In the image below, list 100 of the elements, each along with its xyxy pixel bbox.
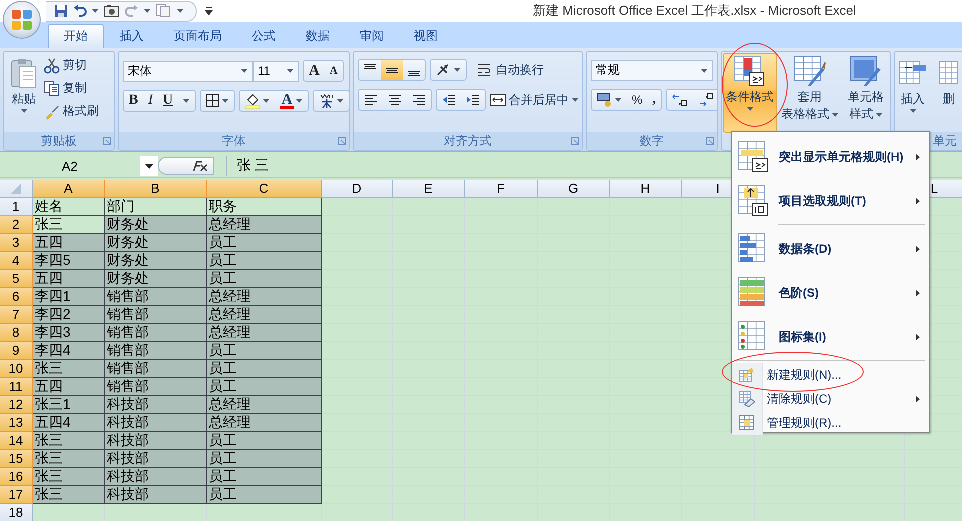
column-header[interactable]: G [538,180,610,198]
table-cell[interactable]: 销售部 [105,324,207,342]
font-size-field[interactable]: 11 [253,60,299,82]
row-header[interactable]: 13 [0,414,33,432]
table-cell[interactable]: 科技部 [105,486,207,504]
copy-button[interactable]: 复制 [44,78,99,99]
ribbon-tab[interactable]: 审阅 [346,24,398,48]
conditional-format-button[interactable]: 条件格式 [723,53,777,133]
merge-center-button[interactable]: 合并后居中 [490,90,579,110]
table-cell[interactable]: 员工 [207,486,322,504]
row-header[interactable]: 1 [0,198,33,216]
underline-button[interactable]: U [158,91,178,111]
table-cell[interactable]: 总经理 [207,216,322,234]
office-button[interactable] [3,1,41,39]
table-cell[interactable]: 员工 [207,360,322,378]
bold-button[interactable]: B [124,91,144,111]
table-cell[interactable]: 张三1 [33,396,105,414]
table-cell[interactable]: 总经理 [207,288,322,306]
menu-item[interactable]: 新建规则(N)... [732,363,929,387]
ribbon-tab[interactable]: 插入 [106,24,158,48]
table-cell[interactable]: 员工 [207,270,322,288]
row-header[interactable]: 7 [0,306,33,324]
table-cell[interactable]: 张三 [33,360,105,378]
grow-font-button[interactable]: A [304,61,325,81]
row-header[interactable]: 11 [0,378,33,396]
table-cell[interactable]: 张三 [33,450,105,468]
menu-item[interactable]: 管理规则(R)... [732,411,929,435]
table-cell[interactable]: 财务处 [105,216,207,234]
table-cell[interactable]: 科技部 [105,414,207,432]
table-cell[interactable]: 销售部 [105,288,207,306]
menu-item[interactable]: 色阶(S) [732,271,929,315]
table-cell[interactable]: 五四 [33,270,105,288]
font-color-button[interactable]: A [275,91,308,111]
ribbon-tab[interactable]: 视图 [400,24,452,48]
table-cell[interactable]: 销售部 [105,342,207,360]
table-cell[interactable]: 科技部 [105,432,207,450]
ribbon-tab[interactable]: 公式 [238,24,290,48]
name-box[interactable]: A2 [0,156,140,176]
column-header[interactable]: E [393,180,465,198]
column-header[interactable]: C [207,180,322,198]
table-cell[interactable]: 姓名 [33,198,105,216]
table-cell[interactable]: 李四2 [33,306,105,324]
row-header[interactable]: 17 [0,486,33,504]
table-cell[interactable]: 李四4 [33,342,105,360]
table-cell[interactable]: 总经理 [207,396,322,414]
table-cell[interactable]: 员工 [207,234,322,252]
phonetic-button[interactable] [313,90,349,112]
row-header[interactable]: 10 [0,360,33,378]
column-header[interactable]: F [465,180,538,198]
font-name-field[interactable]: 宋体 [123,60,253,82]
row-header[interactable]: 16 [0,468,33,486]
table-cell[interactable]: 五四 [33,234,105,252]
table-cell[interactable]: 员工 [207,378,322,396]
vertical-align-button[interactable] [381,60,403,80]
table-cell[interactable]: 财务处 [105,234,207,252]
ribbon-tab[interactable]: 数据 [292,24,344,48]
comma-style-button[interactable]: , [648,90,662,110]
row-header[interactable]: 15 [0,450,33,468]
wrap-text-button[interactable]: 自动换行 [477,60,544,80]
column-header[interactable]: B [105,180,207,198]
table-cell[interactable]: 员工 [207,432,322,450]
table-cell[interactable]: 销售部 [105,360,207,378]
row-header[interactable]: 12 [0,396,33,414]
delete-cells-button[interactable]: 删 [937,55,961,129]
table-cell[interactable]: 销售部 [105,378,207,396]
column-header[interactable]: A [33,180,105,198]
table-cell[interactable]: 李四1 [33,288,105,306]
row-header[interactable]: 6 [0,288,33,306]
row-header[interactable]: 3 [0,234,33,252]
ribbon-tab[interactable]: 开始 [48,24,104,48]
row-header[interactable]: 2 [0,216,33,234]
table-cell[interactable]: 财务处 [105,252,207,270]
table-cell[interactable]: 财务处 [105,270,207,288]
table-cell[interactable]: 员工 [207,468,322,486]
shrink-font-button[interactable]: A [324,61,343,81]
row-header[interactable]: 9 [0,342,33,360]
row-header[interactable]: 8 [0,324,33,342]
table-cell[interactable]: 五四 [33,378,105,396]
cut-button[interactable]: 剪切 [44,55,99,76]
table-cell[interactable]: 张三 [33,468,105,486]
orientation-button[interactable] [430,59,467,81]
table-cell[interactable]: 员工 [207,450,322,468]
row-header[interactable]: 14 [0,432,33,450]
table-cell[interactable]: 张三 [33,486,105,504]
name-box-dropdown[interactable] [140,156,158,176]
paste-button[interactable]: 粘贴 [8,55,40,129]
table-cell[interactable]: 张三 [33,432,105,450]
ribbon-tab[interactable]: 页面布局 [160,24,236,48]
row-header[interactable]: 4 [0,252,33,270]
table-cell[interactable]: 科技部 [105,468,207,486]
table-cell[interactable]: 员工 [207,342,322,360]
formula-field[interactable]: 张 三 [226,156,269,176]
table-cell[interactable]: 科技部 [105,450,207,468]
table-cell[interactable]: 销售部 [105,306,207,324]
table-cell[interactable]: 员工 [207,252,322,270]
column-header[interactable]: H [610,180,682,198]
insert-function-button[interactable] [158,157,214,175]
borders-button[interactable] [200,90,236,112]
menu-item[interactable]: 图标集(I) [732,315,929,359]
table-cell[interactable]: 科技部 [105,396,207,414]
